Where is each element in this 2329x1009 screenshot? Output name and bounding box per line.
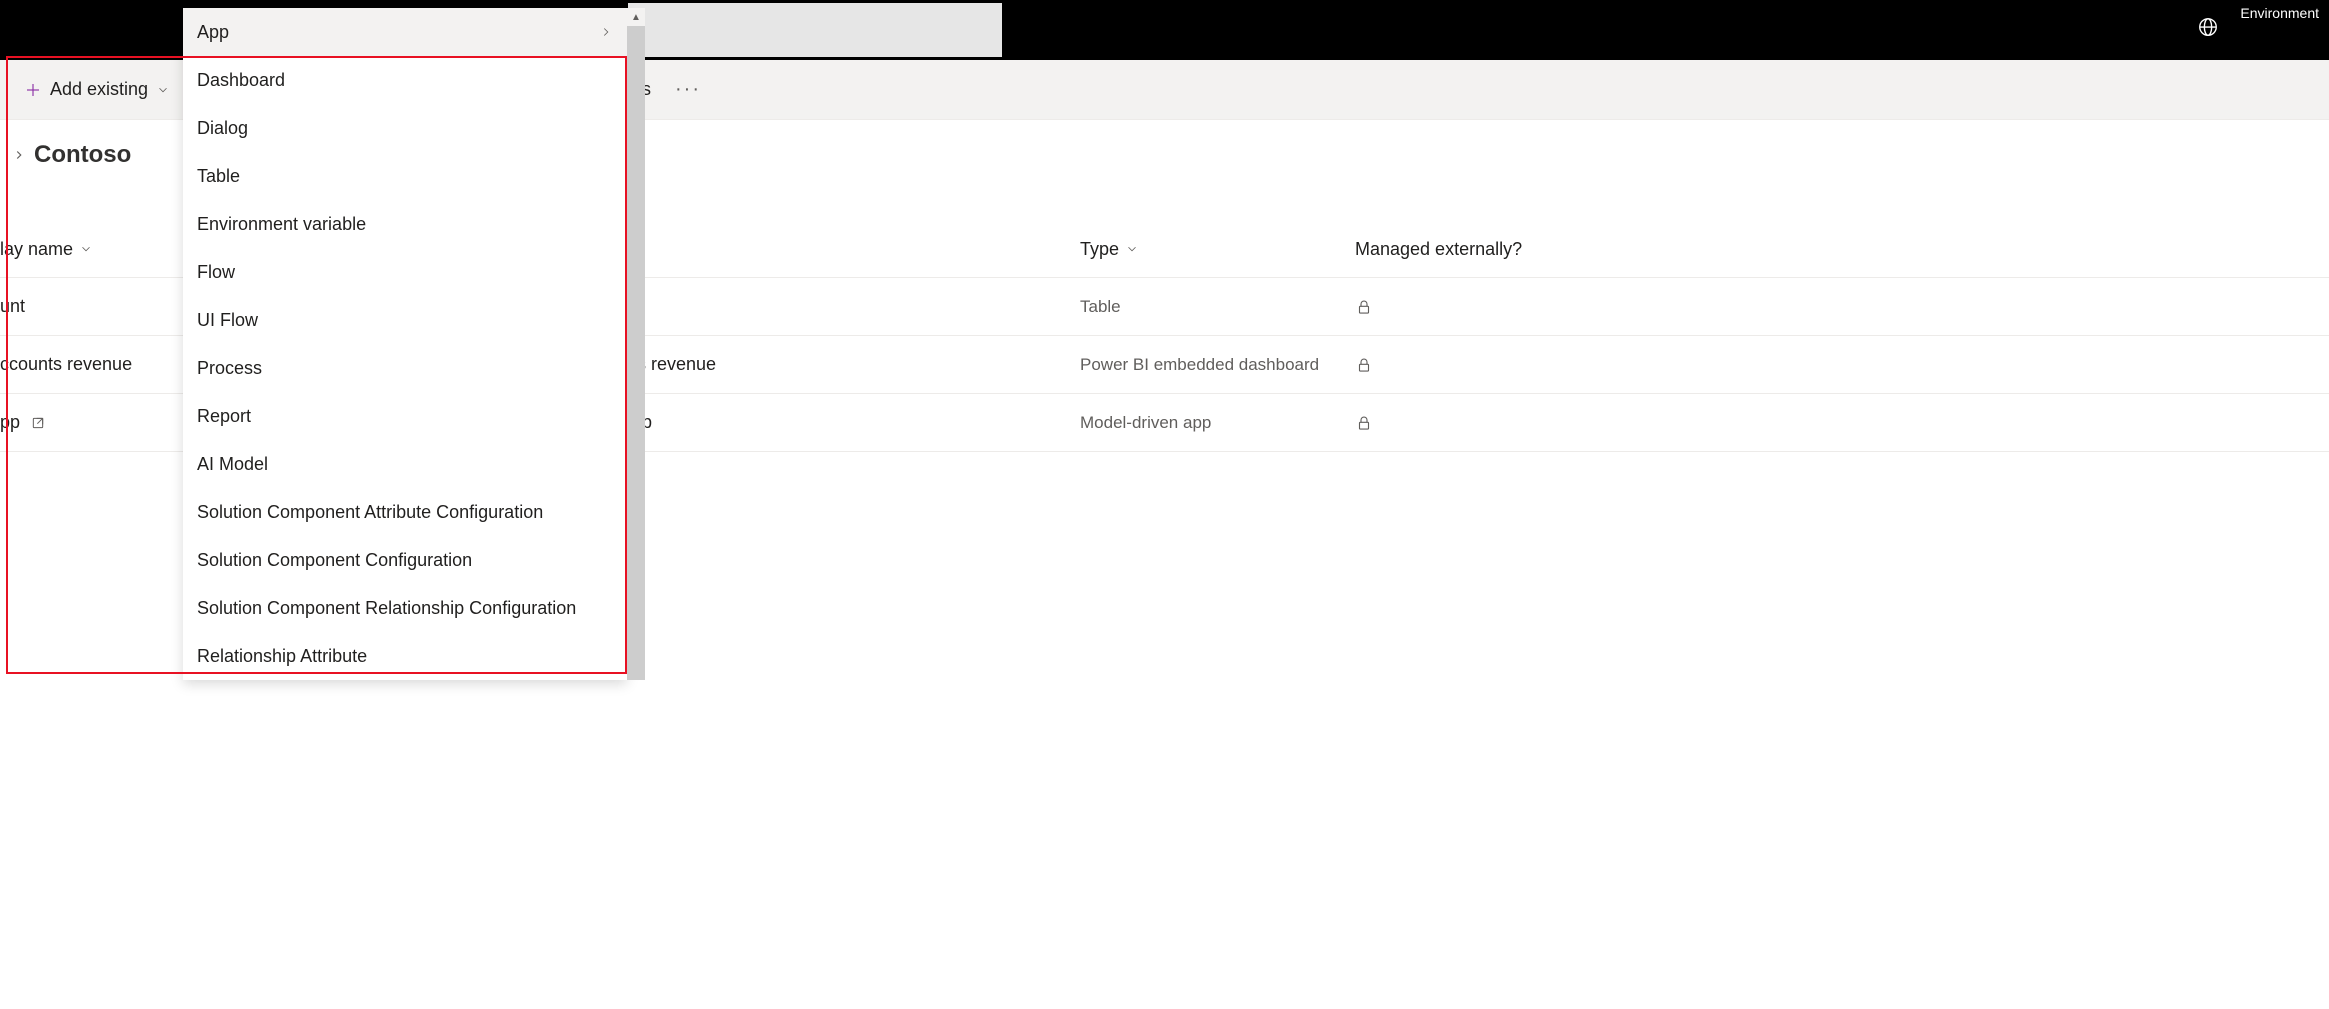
more-commands-button[interactable]: ···	[675, 78, 701, 101]
column-header-managed[interactable]: Managed externally?	[1355, 239, 2329, 260]
chevron-down-icon	[79, 242, 93, 256]
environment-label[interactable]: Environment	[2240, 5, 2319, 22]
chevron-down-icon	[156, 83, 170, 97]
chevron-down-icon	[1125, 242, 1139, 256]
menu-item-table[interactable]: Table	[183, 152, 627, 200]
column-header-type[interactable]: Type	[1080, 239, 1355, 260]
row-managed	[1355, 298, 2329, 316]
menu-item-solution-component-attribute-configuration[interactable]: Solution Component Attribute Configurati…	[183, 488, 627, 536]
menu-item-dialog[interactable]: Dialog	[183, 104, 627, 152]
row-name: pp	[0, 412, 20, 433]
menu-item-solution-component-relationship-configuration[interactable]: Solution Component Relationship Configur…	[183, 584, 627, 632]
add-existing-dropdown: App Dashboard Dialog Table Environment v…	[183, 8, 627, 680]
row-name: unt	[0, 296, 25, 317]
plus-icon	[24, 81, 42, 99]
scroll-track[interactable]	[627, 26, 645, 680]
row-name: ccounts revenue	[0, 354, 132, 375]
breadcrumb-current: Contoso	[34, 141, 131, 169]
search-area[interactable]	[628, 3, 1002, 57]
menu-item-ui-flow[interactable]: UI Flow	[183, 296, 627, 344]
menu-item-dashboard[interactable]: Dashboard	[183, 56, 627, 104]
menu-item-process[interactable]: Process	[183, 344, 627, 392]
menu-item-report[interactable]: Report	[183, 392, 627, 440]
row-managed	[1355, 356, 2329, 374]
add-existing-button[interactable]: Add existing	[12, 60, 182, 119]
scroll-up-arrow[interactable]: ▲	[627, 8, 645, 26]
chevron-right-icon[interactable]	[12, 148, 26, 162]
menu-item-app[interactable]: App	[183, 8, 627, 56]
menu-item-ai-model[interactable]: AI Model	[183, 440, 627, 488]
row-type: Model-driven app	[1080, 413, 1355, 433]
chevron-right-icon	[599, 25, 613, 39]
menu-item-relationship-attribute[interactable]: Relationship Attribute	[183, 632, 627, 680]
dropdown-scrollbar[interactable]: ▲	[627, 8, 645, 680]
menu-item-flow[interactable]: Flow	[183, 248, 627, 296]
menu-item-solution-component-configuration[interactable]: Solution Component Configuration	[183, 536, 627, 584]
row-type: Power BI embedded dashboard	[1080, 355, 1355, 375]
lock-icon	[1355, 298, 1373, 316]
open-external-icon[interactable]	[30, 415, 46, 431]
row-managed	[1355, 414, 2329, 432]
lock-icon	[1355, 356, 1373, 374]
lock-icon	[1355, 414, 1373, 432]
add-existing-label: Add existing	[50, 79, 148, 100]
topbar-right: Environment	[2196, 5, 2319, 39]
globe-icon[interactable]	[2196, 15, 2220, 39]
row-type: Table	[1080, 297, 1355, 317]
menu-item-environment-variable[interactable]: Environment variable	[183, 200, 627, 248]
